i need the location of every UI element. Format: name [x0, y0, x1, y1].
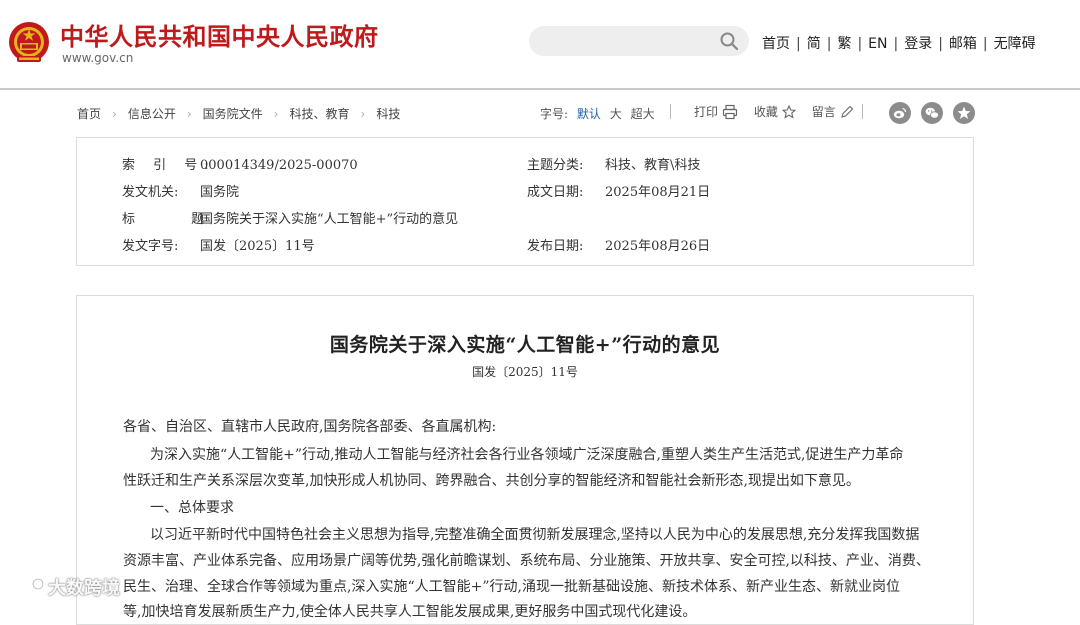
- article-section-heading: 一、总体要求: [150, 500, 234, 516]
- watermark: 大数跨境: [8, 574, 120, 600]
- info-label: 发文字号:: [122, 239, 179, 254]
- info-label: 成文日期:: [527, 185, 584, 200]
- info-index: 索 引 号:000014349/2025-00070: [122, 154, 358, 173]
- info-label: 主题分类:: [527, 158, 584, 173]
- article-tools: 打印 收藏 留言: [694, 103, 866, 120]
- info-doc-number: 发文字号: 国发〔2025〕11号: [122, 235, 315, 254]
- document-info-table: 索 引 号:000014349/2025-00070 主题分类: 科技、教育\科技…: [76, 137, 974, 266]
- nav-traditional[interactable]: 繁: [837, 36, 851, 52]
- weibo-icon[interactable]: [889, 102, 911, 124]
- info-value: 科技、教育\科技: [605, 158, 701, 173]
- nav-accessibility[interactable]: 无障碍: [994, 36, 1036, 52]
- toolbar-divider: [670, 104, 671, 119]
- nav-login[interactable]: 登录: [904, 36, 932, 52]
- top-nav: 首页 | 简 | 繁 | EN | 登录 | 邮箱 | 无障碍: [762, 33, 1036, 53]
- info-value: 国务院关于深入实施“人工智能+”行动的意见: [200, 212, 459, 227]
- header-divider: [0, 88, 1080, 90]
- site-url: www.gov.cn: [62, 51, 134, 65]
- nav-home[interactable]: 首页: [762, 36, 790, 52]
- breadcrumb-sci-edu[interactable]: 科技、教育: [289, 107, 349, 121]
- article-paragraph-line: 等,加快培育发展新质生产力,使全体人民共享人工智能发展成果,更好服务中国式现代化…: [123, 604, 697, 620]
- article-paragraph-line: 资源丰富、产业体系完备、应用场景广阔等优势,强化前瞻谋划、系统布局、分业施策、开…: [123, 553, 930, 569]
- article-salutation: 各省、自治区、直辖市人民政府,国务院各部委、各直属机构:: [123, 419, 497, 435]
- nav-mailbox[interactable]: 邮箱: [949, 36, 977, 52]
- article-title: 国务院关于深入实施“人工智能+”行动的意见: [329, 334, 721, 356]
- watermark-text: 大数跨境: [48, 578, 120, 599]
- watermark-logo-icon: [9, 577, 45, 595]
- chevron-right-icon: ›: [273, 107, 279, 121]
- chevron-right-icon: ›: [112, 107, 117, 121]
- breadcrumb-state-council-docs[interactable]: 国务院文件: [203, 107, 263, 121]
- breadcrumb-info-public[interactable]: 信息公开: [128, 107, 176, 121]
- article-body: 国务院关于深入实施“人工智能+”行动的意见 国发〔2025〕11号 各省、自治区…: [76, 295, 974, 625]
- nav-separator: |: [938, 36, 943, 52]
- breadcrumb-tech[interactable]: 科技: [376, 107, 400, 121]
- search-input[interactable]: [529, 26, 749, 56]
- search-icon[interactable]: [719, 31, 739, 51]
- breadcrumb-home[interactable]: 首页: [77, 107, 101, 121]
- chevron-right-icon: ›: [186, 107, 192, 121]
- font-size-control: 字号: 默认 大 超大: [540, 105, 655, 122]
- nav-simplified[interactable]: 简: [807, 36, 821, 52]
- chevron-right-icon: ›: [360, 107, 366, 121]
- favorite-label: 收藏: [753, 105, 778, 119]
- wechat-icon[interactable]: [921, 102, 943, 124]
- font-size-large[interactable]: 大: [610, 107, 622, 121]
- print-button[interactable]: 打印: [694, 103, 738, 120]
- favorite-button[interactable]: 收藏: [754, 103, 796, 120]
- article-doc-number: 国发〔2025〕11号: [472, 365, 578, 379]
- site-header: 中华人民共和国中央人民政府 www.gov.cn 首页 | 简 | 繁 | EN | 登录 | 邮箱…: [0, 0, 1080, 88]
- star-outline-icon: [781, 104, 796, 119]
- printer-icon: [722, 104, 738, 119]
- font-size-default[interactable]: 默认: [577, 107, 601, 121]
- info-label: 标 题:: [122, 212, 261, 227]
- info-label: 索 引 号:: [122, 158, 216, 173]
- toolbar-divider: [862, 104, 863, 119]
- info-written-date: 成文日期: 2025年08月21日: [527, 181, 710, 200]
- info-topic: 主题分类: 科技、教育\科技: [527, 154, 700, 173]
- comment-button[interactable]: 留言: [812, 103, 854, 120]
- article-paragraph-line: 民生、治理、全球合作等领域为重点,深入实施“人工智能+”行动,涌现一批新基础设施…: [123, 579, 900, 595]
- nav-english[interactable]: EN: [868, 36, 887, 52]
- info-value: 2025年08月21日: [605, 185, 711, 200]
- info-label: 发布日期:: [527, 239, 584, 254]
- info-value: 国务院: [200, 185, 240, 200]
- info-title: 标 题:国务院关于深入实施“人工智能+”行动的意见: [122, 208, 458, 227]
- nav-separator: |: [893, 36, 899, 52]
- pencil-icon: [840, 105, 853, 118]
- font-size-xlarge[interactable]: 超大: [631, 107, 655, 121]
- nav-separator: |: [826, 36, 832, 52]
- breadcrumb: 首页 › 信息公开 › 国务院文件 › 科技、教育 › 科技: [77, 105, 400, 122]
- article-paragraph-line: 为深入实施“人工智能+”行动,推动人工智能与经济社会各行业各领域广泛深度融合,重…: [150, 447, 904, 463]
- info-label: 发文机关:: [122, 185, 179, 200]
- qzone-icon[interactable]: [953, 102, 975, 124]
- font-size-label: 字号:: [540, 107, 569, 121]
- comment-label: 留言: [811, 105, 836, 119]
- nav-separator: |: [857, 36, 863, 52]
- info-value: 000014349/2025-00070: [200, 158, 358, 173]
- national-emblem-icon[interactable]: [8, 20, 50, 66]
- nav-separator: |: [796, 36, 801, 52]
- nav-separator: |: [982, 36, 988, 52]
- article-paragraph-line: 以习近平新时代中国特色社会主义思想为指导,完整准确全面贯彻新发展理念,坚持以人民…: [150, 527, 920, 543]
- site-title[interactable]: 中华人民共和国中央人民政府: [60, 17, 379, 52]
- print-label: 打印: [694, 105, 719, 119]
- info-publish-date: 发布日期: 2025年08月26日: [527, 235, 710, 254]
- article-paragraph-line: 性跃迁和生产关系深层次变革,加快形成人机协同、跨界融合、共创分享的智能经济和智能…: [123, 473, 860, 489]
- info-value: 国发〔2025〕11号: [200, 239, 315, 254]
- info-issuer: 发文机关: 国务院: [122, 181, 239, 200]
- info-value: 2025年08月26日: [605, 239, 711, 254]
